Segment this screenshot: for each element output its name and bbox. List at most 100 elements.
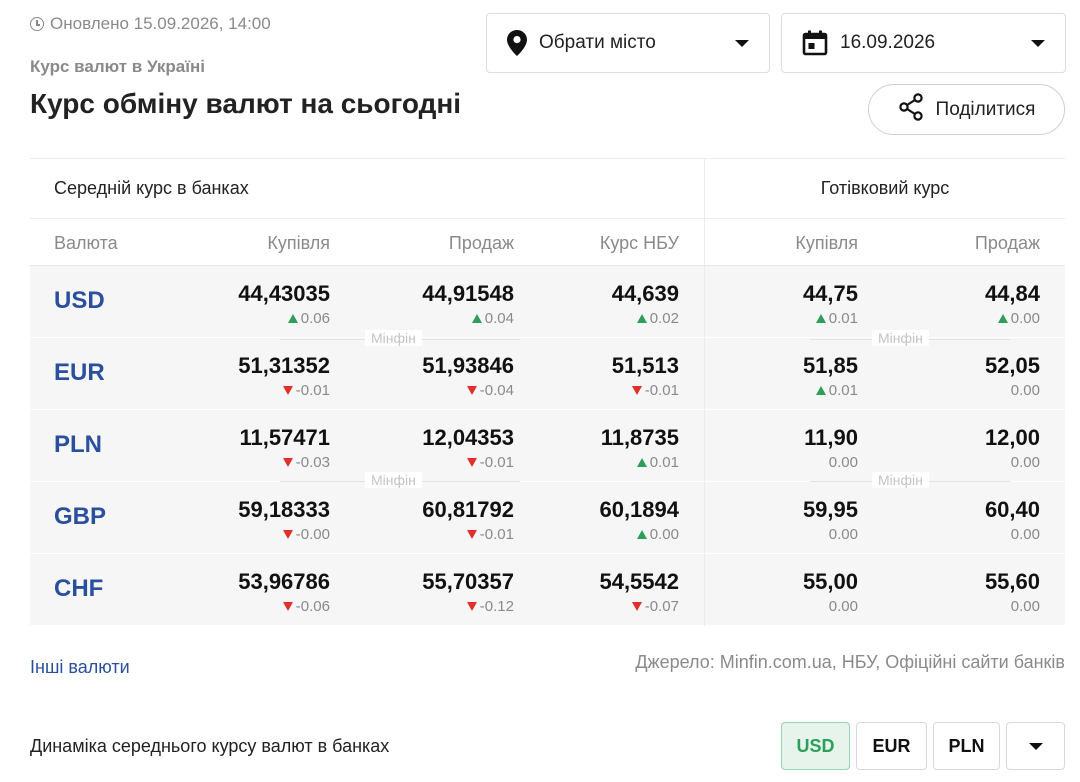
nbu-rate-value: 44,639 <box>611 281 679 306</box>
nbu-rate-cell: 44,639 0.02 <box>612 282 679 327</box>
bank-sell-value: 12,04353 <box>422 425 514 450</box>
currency-code[interactable]: USD <box>54 287 105 315</box>
dynamics-title: Динаміка середнього курсу валют в банках <box>30 736 390 756</box>
delta-text: 0.00 <box>1010 382 1040 399</box>
delta-text: -0.04 <box>479 382 514 399</box>
city-select[interactable]: Обрати місто <box>486 13 770 73</box>
cash-buy-value: 51,85 <box>802 353 858 378</box>
tab-pln[interactable]: PLN <box>933 722 1000 770</box>
tab-usd[interactable]: USD <box>781 722 850 770</box>
bank-sell-cell: 44,91548 0.04 <box>422 282 514 327</box>
cash-sell-value: 44,84 <box>984 281 1040 306</box>
tab-eur[interactable]: EUR <box>856 722 927 770</box>
updated-text: Оновлено 15.09.2026, 14:00 <box>50 14 271 33</box>
nbu-rate-delta: 0.01 <box>601 455 679 471</box>
arrow-down-icon <box>282 386 293 395</box>
other-currencies-link[interactable]: Інші валюти <box>30 657 130 678</box>
bank-buy-value: 51,31352 <box>238 353 330 378</box>
page-title: Курс обміну валют на сьогодні <box>30 88 462 119</box>
arrow-down-icon <box>466 458 477 467</box>
cash-buy-delta: 0.00 <box>803 599 858 615</box>
cash-sell-delta: 0.00 <box>985 455 1040 471</box>
bank-sell-delta: -0.01 <box>422 527 514 543</box>
delta-text: 0.00 <box>649 526 679 543</box>
watermark: Мінфін <box>872 472 929 488</box>
column-header-bank-buy: Купівля <box>267 233 330 253</box>
cash-buy-value: 59,95 <box>802 497 858 522</box>
arrow-down-icon <box>282 458 293 467</box>
bank-sell-value: 55,70357 <box>422 569 514 594</box>
table-row: USD 44,43035 0.06 44,91548 0.04 44,639 0.02 44,… <box>30 266 1065 338</box>
source-text: Джерело: Minfin.com.ua, НБУ, Офіційні са… <box>635 652 1065 672</box>
breadcrumb[interactable]: Курс валют в Україні <box>30 57 205 77</box>
cash-sell-cell: 44,84 0.00 <box>985 282 1040 327</box>
bank-sell-cell: 12,04353 -0.01 <box>422 426 514 471</box>
currency-code[interactable]: CHF <box>54 575 103 603</box>
share-button[interactable]: Поділитися <box>868 84 1065 135</box>
bank-buy-delta: 0.06 <box>238 311 330 327</box>
arrow-down-icon <box>466 602 477 611</box>
bank-sell-cell: 51,93846 -0.04 <box>422 354 514 399</box>
cash-buy-value: 44,75 <box>802 281 858 306</box>
delta-text: 0.00 <box>1010 526 1040 543</box>
city-select-label: Обрати місто <box>539 32 656 53</box>
delta-text: -0.01 <box>644 382 679 399</box>
bank-sell-value: 44,91548 <box>422 281 514 306</box>
column-header-row: Валюта Купівля Продаж Курс НБУ Купівля П… <box>30 219 1065 266</box>
nbu-rate-delta: -0.07 <box>599 599 679 615</box>
delta-text: -0.00 <box>295 526 330 543</box>
cash-sell-value: 12,00 <box>984 425 1040 450</box>
delta-text: 0.00 <box>828 598 858 615</box>
delta-text: -0.01 <box>479 526 514 543</box>
column-header-cash-buy: Купівля <box>795 233 858 253</box>
cash-buy-delta: 0.01 <box>803 383 858 399</box>
bank-buy-cell: 53,96786 -0.06 <box>238 570 330 615</box>
date-select[interactable]: 16.09.2026 <box>781 13 1066 73</box>
delta-text: 0.06 <box>300 310 330 327</box>
currency-code[interactable]: PLN <box>54 431 102 459</box>
bank-buy-delta: -0.06 <box>238 599 330 615</box>
date-select-label: 16.09.2026 <box>840 32 936 53</box>
arrow-down-icon <box>282 602 293 611</box>
arrow-up-icon <box>471 314 482 323</box>
cash-buy-cell: 59,95 0.00 <box>803 498 858 543</box>
nbu-rate-delta: -0.01 <box>612 383 679 399</box>
bank-buy-value: 11,57471 <box>239 425 330 450</box>
bank-sell-delta: -0.01 <box>422 455 514 471</box>
nbu-rate-cell: 51,513 -0.01 <box>612 354 679 399</box>
cash-buy-cell: 51,85 0.01 <box>803 354 858 399</box>
arrow-down-icon <box>631 602 642 611</box>
bank-sell-cell: 60,81792 -0.01 <box>422 498 514 543</box>
arrow-down-icon <box>282 530 293 539</box>
share-button-label: Поділитися <box>935 98 1036 120</box>
delta-text: 0.02 <box>649 310 679 327</box>
bank-sell-delta: 0.04 <box>422 311 514 327</box>
chevron-down-icon <box>735 39 749 47</box>
column-divider <box>704 219 705 626</box>
delta-text: -0.01 <box>295 382 330 399</box>
currency-code[interactable]: EUR <box>54 359 105 387</box>
nbu-rate-value: 60,1894 <box>599 497 679 522</box>
bank-buy-delta: -0.03 <box>239 455 330 471</box>
cash-buy-value: 55,00 <box>802 569 858 594</box>
currency-code[interactable]: GBP <box>54 503 106 531</box>
cash-sell-delta: 0.00 <box>985 383 1040 399</box>
bank-sell-cell: 55,70357 -0.12 <box>422 570 514 615</box>
cash-sell-cell: 12,00 0.00 <box>985 426 1040 471</box>
nbu-rate-delta: 0.02 <box>612 311 679 327</box>
more-currencies-button[interactable] <box>1006 722 1065 770</box>
arrow-up-icon <box>997 314 1008 323</box>
cash-buy-delta: 0.01 <box>803 311 858 327</box>
arrow-down-icon <box>466 530 477 539</box>
delta-text: 0.00 <box>828 454 858 471</box>
bank-sell-delta: -0.12 <box>422 599 514 615</box>
delta-text: 0.01 <box>828 310 858 327</box>
bank-buy-cell: 44,43035 0.06 <box>238 282 330 327</box>
cash-sell-delta: 0.00 <box>985 311 1040 327</box>
arrow-up-icon <box>636 458 647 467</box>
cash-sell-delta: 0.00 <box>985 599 1040 615</box>
nbu-rate-delta: 0.00 <box>599 527 679 543</box>
bank-buy-value: 53,96786 <box>238 569 330 594</box>
nbu-rate-value: 54,5542 <box>599 569 679 594</box>
updated-time: Оновлено 15.09.2026, 14:00 <box>30 14 271 34</box>
